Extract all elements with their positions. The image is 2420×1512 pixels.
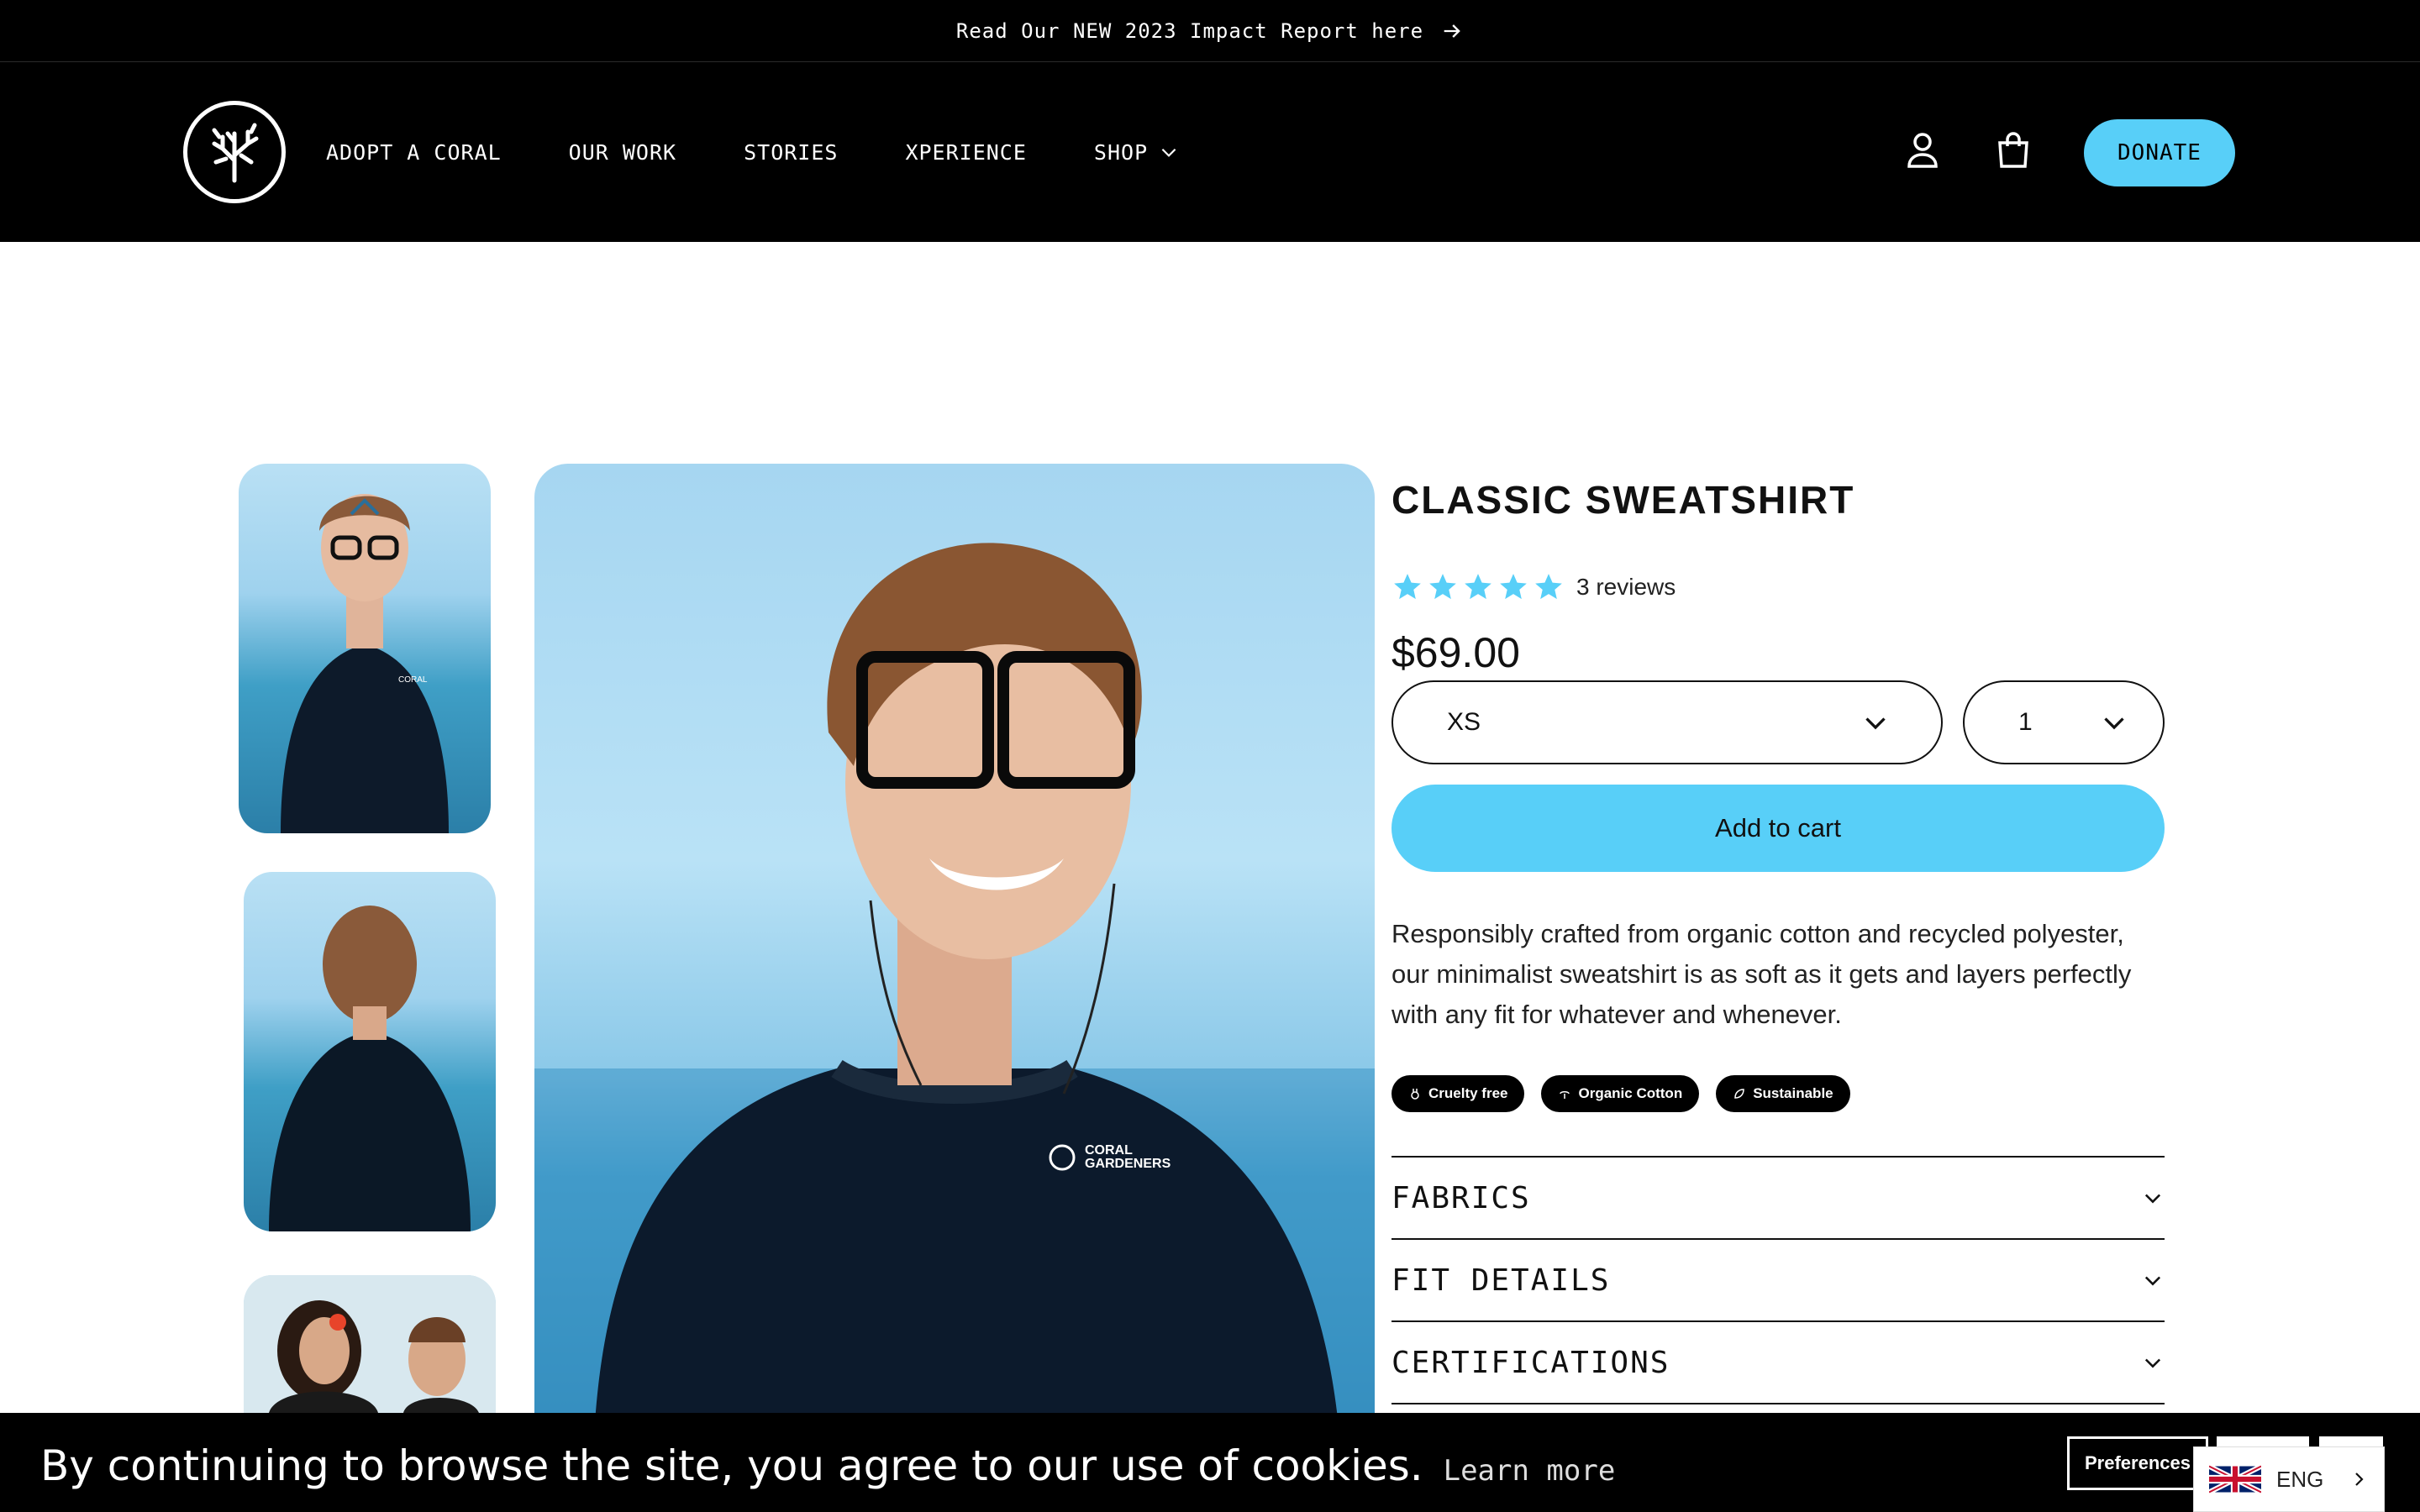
donate-button[interactable]: DONATE bbox=[2084, 119, 2235, 186]
badge-label: Sustainable bbox=[1753, 1085, 1833, 1101]
svg-text:CORAL: CORAL bbox=[398, 675, 428, 685]
nav-xperience[interactable]: XPERIENCE bbox=[905, 140, 1026, 165]
badge-label: Organic Cotton bbox=[1578, 1085, 1683, 1101]
badge-cruelty-free: Cruelty free bbox=[1392, 1075, 1525, 1112]
star-icon bbox=[1394, 574, 1421, 600]
star-icon bbox=[1465, 574, 1491, 600]
accordion-certifications[interactable]: CERTIFICATIONS bbox=[1392, 1322, 2165, 1403]
product-description: Responsibly crafted from organic cotton … bbox=[1392, 919, 2132, 1029]
product-main-image[interactable]: CORAL GARDENERS bbox=[534, 464, 1375, 1455]
product-title: CLASSIC SWEATSHIRT bbox=[1392, 478, 1855, 522]
size-value: XS bbox=[1447, 708, 1481, 736]
thumbnail-photo: CORAL bbox=[281, 494, 449, 833]
main-nav: ADOPT A CORAL OUR WORK STORIES XPERIENCE… bbox=[326, 62, 1247, 242]
product-thumbnail-3[interactable] bbox=[244, 1275, 496, 1413]
rating-stars[interactable]: 3 reviews bbox=[1392, 571, 1676, 603]
nav-label: SHOP bbox=[1093, 139, 1149, 165]
cookie-message: By continuing to browse the site, you ag… bbox=[40, 1441, 1615, 1490]
badge-sustainable: Sustainable bbox=[1716, 1075, 1850, 1112]
shopping-bag-icon[interactable] bbox=[1993, 129, 2033, 170]
coral-logo[interactable] bbox=[183, 101, 286, 203]
nav-label: XPERIENCE bbox=[905, 139, 1027, 165]
accordion-label: FABRICS bbox=[1392, 1180, 1531, 1215]
bunny-icon bbox=[1411, 1089, 1419, 1100]
product-badges: Cruelty free Organic Cotton Sustainable bbox=[1392, 1075, 1850, 1112]
star-icon bbox=[1535, 574, 1562, 600]
nav-adopt-a-coral[interactable]: ADOPT A CORAL bbox=[326, 140, 502, 165]
learn-more-link[interactable]: Learn more bbox=[1444, 1454, 1616, 1488]
nav-label: STORIES bbox=[744, 139, 839, 165]
chevron-down-icon bbox=[2144, 1194, 2161, 1204]
user-icon[interactable] bbox=[1902, 129, 1943, 170]
preferences-button[interactable]: Preferences bbox=[2067, 1436, 2208, 1490]
coral-icon bbox=[212, 123, 259, 183]
star-icon bbox=[1500, 574, 1527, 600]
size-select[interactable]: XS bbox=[1392, 680, 1943, 764]
chevron-up-icon[interactable] bbox=[348, 494, 381, 519]
nav-shop[interactable]: SHOP bbox=[1094, 140, 1180, 165]
accordion-label: FIT DETAILS bbox=[1392, 1263, 1611, 1298]
nav-label: ADOPT A CORAL bbox=[326, 139, 502, 165]
quantity-select[interactable]: 1 bbox=[1963, 680, 2165, 764]
uk-flag-icon bbox=[2209, 1463, 2261, 1495]
product-thumbnail-2[interactable] bbox=[244, 872, 496, 1231]
accordion-divider bbox=[1392, 1403, 2165, 1404]
chevron-down-icon bbox=[1161, 148, 1176, 157]
language-label: ENG bbox=[2276, 1466, 2324, 1492]
cookie-text: By continuing to browse the site, you ag… bbox=[40, 1441, 1423, 1490]
quantity-value: 1 bbox=[2018, 708, 2033, 736]
cookie-banner: By continuing to browse the site, you ag… bbox=[0, 1413, 2420, 1512]
main-photo bbox=[534, 543, 1375, 1455]
cotton-icon bbox=[1560, 1091, 1570, 1099]
leaf-icon bbox=[1734, 1089, 1744, 1099]
announcement-bar[interactable]: Read Our NEW 2023 Impact Report here bbox=[0, 0, 2420, 62]
product-thumbnail-1[interactable]: CORAL bbox=[239, 464, 491, 833]
thumbnail-photo bbox=[269, 906, 471, 1231]
chevron-down-icon bbox=[1865, 717, 1886, 730]
language-selector[interactable]: ENG bbox=[2193, 1446, 2385, 1512]
nav-label: OUR WORK bbox=[568, 139, 677, 165]
shirt-logo-text: CORAL GARDENERS bbox=[1085, 1143, 1171, 1171]
accordion-fit-details[interactable]: FIT DETAILS bbox=[1392, 1240, 2165, 1320]
announcement-text[interactable]: Read Our NEW 2023 Impact Report here bbox=[956, 19, 1423, 43]
star-icon bbox=[1429, 574, 1456, 600]
thumbnail-photo bbox=[244, 1275, 496, 1413]
badge-organic-cotton: Organic Cotton bbox=[1541, 1075, 1700, 1112]
arrow-right-icon bbox=[1444, 24, 1460, 38]
add-to-cart-button[interactable]: Add to cart bbox=[1392, 785, 2165, 872]
site-header: ADOPT A CORAL OUR WORK STORIES XPERIENCE… bbox=[0, 62, 2420, 242]
product-price: $69.00 bbox=[1392, 629, 1520, 676]
badge-label: Cruelty free bbox=[1428, 1085, 1508, 1101]
nav-our-work[interactable]: OUR WORK bbox=[569, 140, 676, 165]
accordion-fabrics[interactable]: FABRICS bbox=[1392, 1158, 2165, 1238]
accordion-label: CERTIFICATIONS bbox=[1392, 1345, 1670, 1380]
nav-stories[interactable]: STORIES bbox=[744, 140, 838, 165]
chevron-down-icon bbox=[2144, 1276, 2161, 1286]
chevron-right-icon bbox=[2355, 1473, 2364, 1486]
chevron-down-icon bbox=[2104, 717, 2124, 730]
reviews-link[interactable]: 3 reviews bbox=[1576, 574, 1676, 601]
chevron-down-icon bbox=[2144, 1358, 2161, 1368]
